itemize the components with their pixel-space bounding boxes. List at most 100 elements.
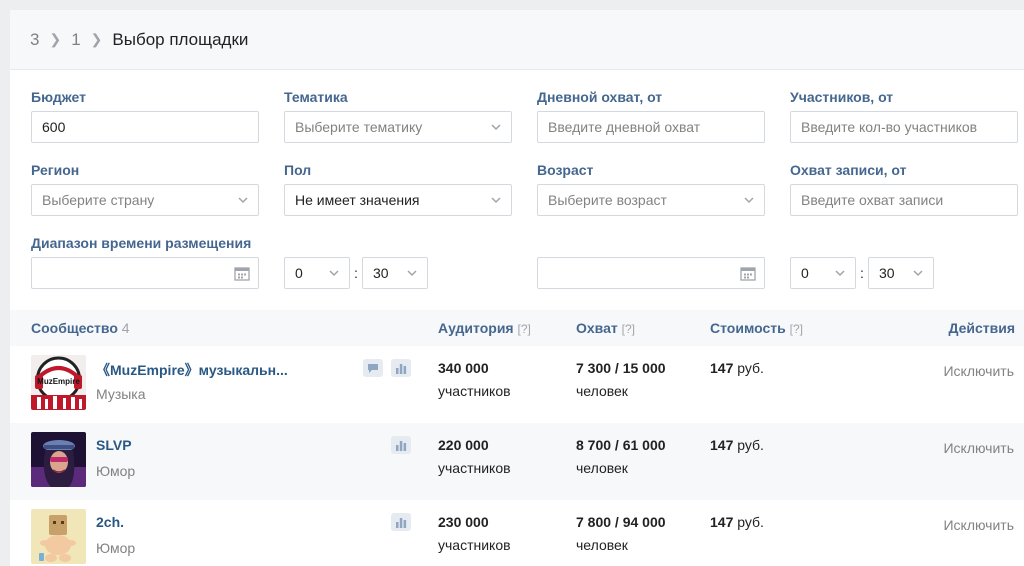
audience-value: 230 000 [438,514,489,530]
audience-value: 340 000 [438,360,489,376]
chevron-down-icon [407,270,417,277]
date-to-input[interactable] [537,257,765,289]
members-input[interactable]: Введите кол-во участников [790,111,1018,143]
reach-header-label: Охват [576,320,618,336]
topic-label: Тематика [284,89,348,105]
gender-label: Пол [284,162,312,178]
topic-placeholder: Выберите тематику [295,119,423,135]
chevron-down-icon [329,270,339,277]
cost-currency: руб. [733,437,764,453]
table-header: Сообщество 4 Аудитория [?] Охват [?] Сто… [10,310,1024,346]
page-title: Выбор площадки [112,29,249,49]
cost-amount: 147 [710,437,734,453]
stats-icon[interactable] [391,513,411,531]
community-category: Юмор [96,540,136,556]
post-reach-input[interactable]: Введите охват записи [790,184,1018,216]
table-row: SLVP Юмор 220 000 участников 8 700 / 61 … [10,423,1024,500]
community-category: Музыка [96,386,146,402]
reach-unit: человек [576,537,628,553]
cost-value: 147 руб. [710,360,764,376]
table-row: 2ch. Юмор 230 000 участников 7 800 / 94 … [10,500,1024,566]
cost-currency: руб. [733,514,764,530]
age-placeholder: Выберите возраст [548,192,667,208]
from-minute-select[interactable]: 30 [362,257,428,289]
reach-value: 8 700 / 61 000 [576,437,666,453]
breadcrumb: 3 ❯ 1 ❯ Выбор площадки [10,10,1024,70]
budget-label: Бюджет [31,89,86,105]
topic-select[interactable]: Выберите тематику [284,111,512,143]
stats-icon[interactable] [391,436,411,454]
cost-value: 147 руб. [710,514,764,530]
cost-value: 147 руб. [710,437,764,453]
community-column-header[interactable]: Сообщество 4 [31,320,130,336]
community-name[interactable]: 《MuzEmpire》музыкальн... [96,360,288,380]
cost-amount: 147 [710,514,734,530]
chevron-down-icon [491,124,501,131]
stats-icon[interactable] [391,359,411,377]
avatar-logo-text: MuzEmpire [37,377,80,386]
chevron-right-icon: ❯ [90,31,103,47]
cost-currency: руб. [733,360,764,376]
age-label: Возраст [537,162,594,178]
community-category: Юмор [96,463,136,479]
community-count: 4 [121,320,130,336]
time-range-label: Диапазон времени размещения [31,235,252,251]
to-minute-value: 30 [879,265,895,281]
calendar-icon[interactable] [740,266,756,281]
reach-column-header[interactable]: Охват [?] [576,320,635,336]
help-icon[interactable]: [?] [790,322,803,336]
community-name[interactable]: SLVP [96,437,132,453]
help-icon[interactable]: [?] [622,322,635,336]
exclude-button[interactable]: Исключить [943,440,1014,456]
community-name[interactable]: 2ch. [96,514,124,530]
audience-unit: участников [438,383,511,399]
avatar[interactable] [31,432,86,487]
help-icon[interactable]: [?] [517,322,530,336]
avatar[interactable] [31,509,86,564]
breadcrumb-step-1[interactable]: 1 [71,30,80,50]
exclude-button[interactable]: Исключить [943,363,1014,379]
audience-unit: участников [438,537,511,553]
filters-form: Бюджет 600 Тематика Выберите тематику Дн… [10,71,1024,301]
gender-select[interactable]: Не имеет значения [284,184,512,216]
audience-column-header[interactable]: Аудитория [?] [438,320,531,336]
exclude-button[interactable]: Исключить [943,517,1014,533]
avatar[interactable]: MuzEmpire [31,355,86,410]
calendar-icon[interactable] [234,266,250,281]
ad-placement-panel: 3 ❯ 1 ❯ Выбор площадки Бюджет 600 Темати… [10,10,1024,566]
cost-header-label: Стоимость [710,320,786,336]
to-hour-select[interactable]: 0 [790,257,856,289]
post-reach-placeholder: Введите охват записи [801,192,944,208]
daily-reach-input[interactable]: Введите дневной охват [537,111,765,143]
reach-value: 7 800 / 94 000 [576,514,666,530]
breadcrumb-step-3[interactable]: 3 [30,30,39,50]
date-from-input[interactable] [31,257,259,289]
from-minute-value: 30 [373,265,389,281]
from-hour-select[interactable]: 0 [284,257,350,289]
daily-reach-label: Дневной охват, от [537,89,663,105]
budget-value: 600 [42,119,66,135]
cost-column-header[interactable]: Стоимость [?] [710,320,803,336]
audience-value: 220 000 [438,437,489,453]
to-minute-select[interactable]: 30 [868,257,934,289]
age-select[interactable]: Выберите возраст [537,184,765,216]
members-label: Участников, от [790,89,894,105]
region-placeholder: Выберите страну [42,192,155,208]
chevron-down-icon [913,270,923,277]
budget-input[interactable]: 600 [31,111,259,143]
audience-header-label: Аудитория [438,320,514,336]
chevron-down-icon [744,197,754,204]
chevron-down-icon [491,197,501,204]
audience-unit: участников [438,460,511,476]
reach-unit: человек [576,383,628,399]
chevron-down-icon [835,270,845,277]
time-separator: : [860,265,864,281]
gender-value: Не имеет значения [295,192,420,208]
community-header-label: Сообщество [31,320,118,336]
message-icon[interactable] [363,359,383,377]
reach-unit: человек [576,460,628,476]
region-label: Регион [31,162,80,178]
region-select[interactable]: Выберите страну [31,184,259,216]
chevron-down-icon [238,197,248,204]
table-row: MuzEmpire 《MuzEmpire》музыкальн... Музыка… [10,346,1024,423]
